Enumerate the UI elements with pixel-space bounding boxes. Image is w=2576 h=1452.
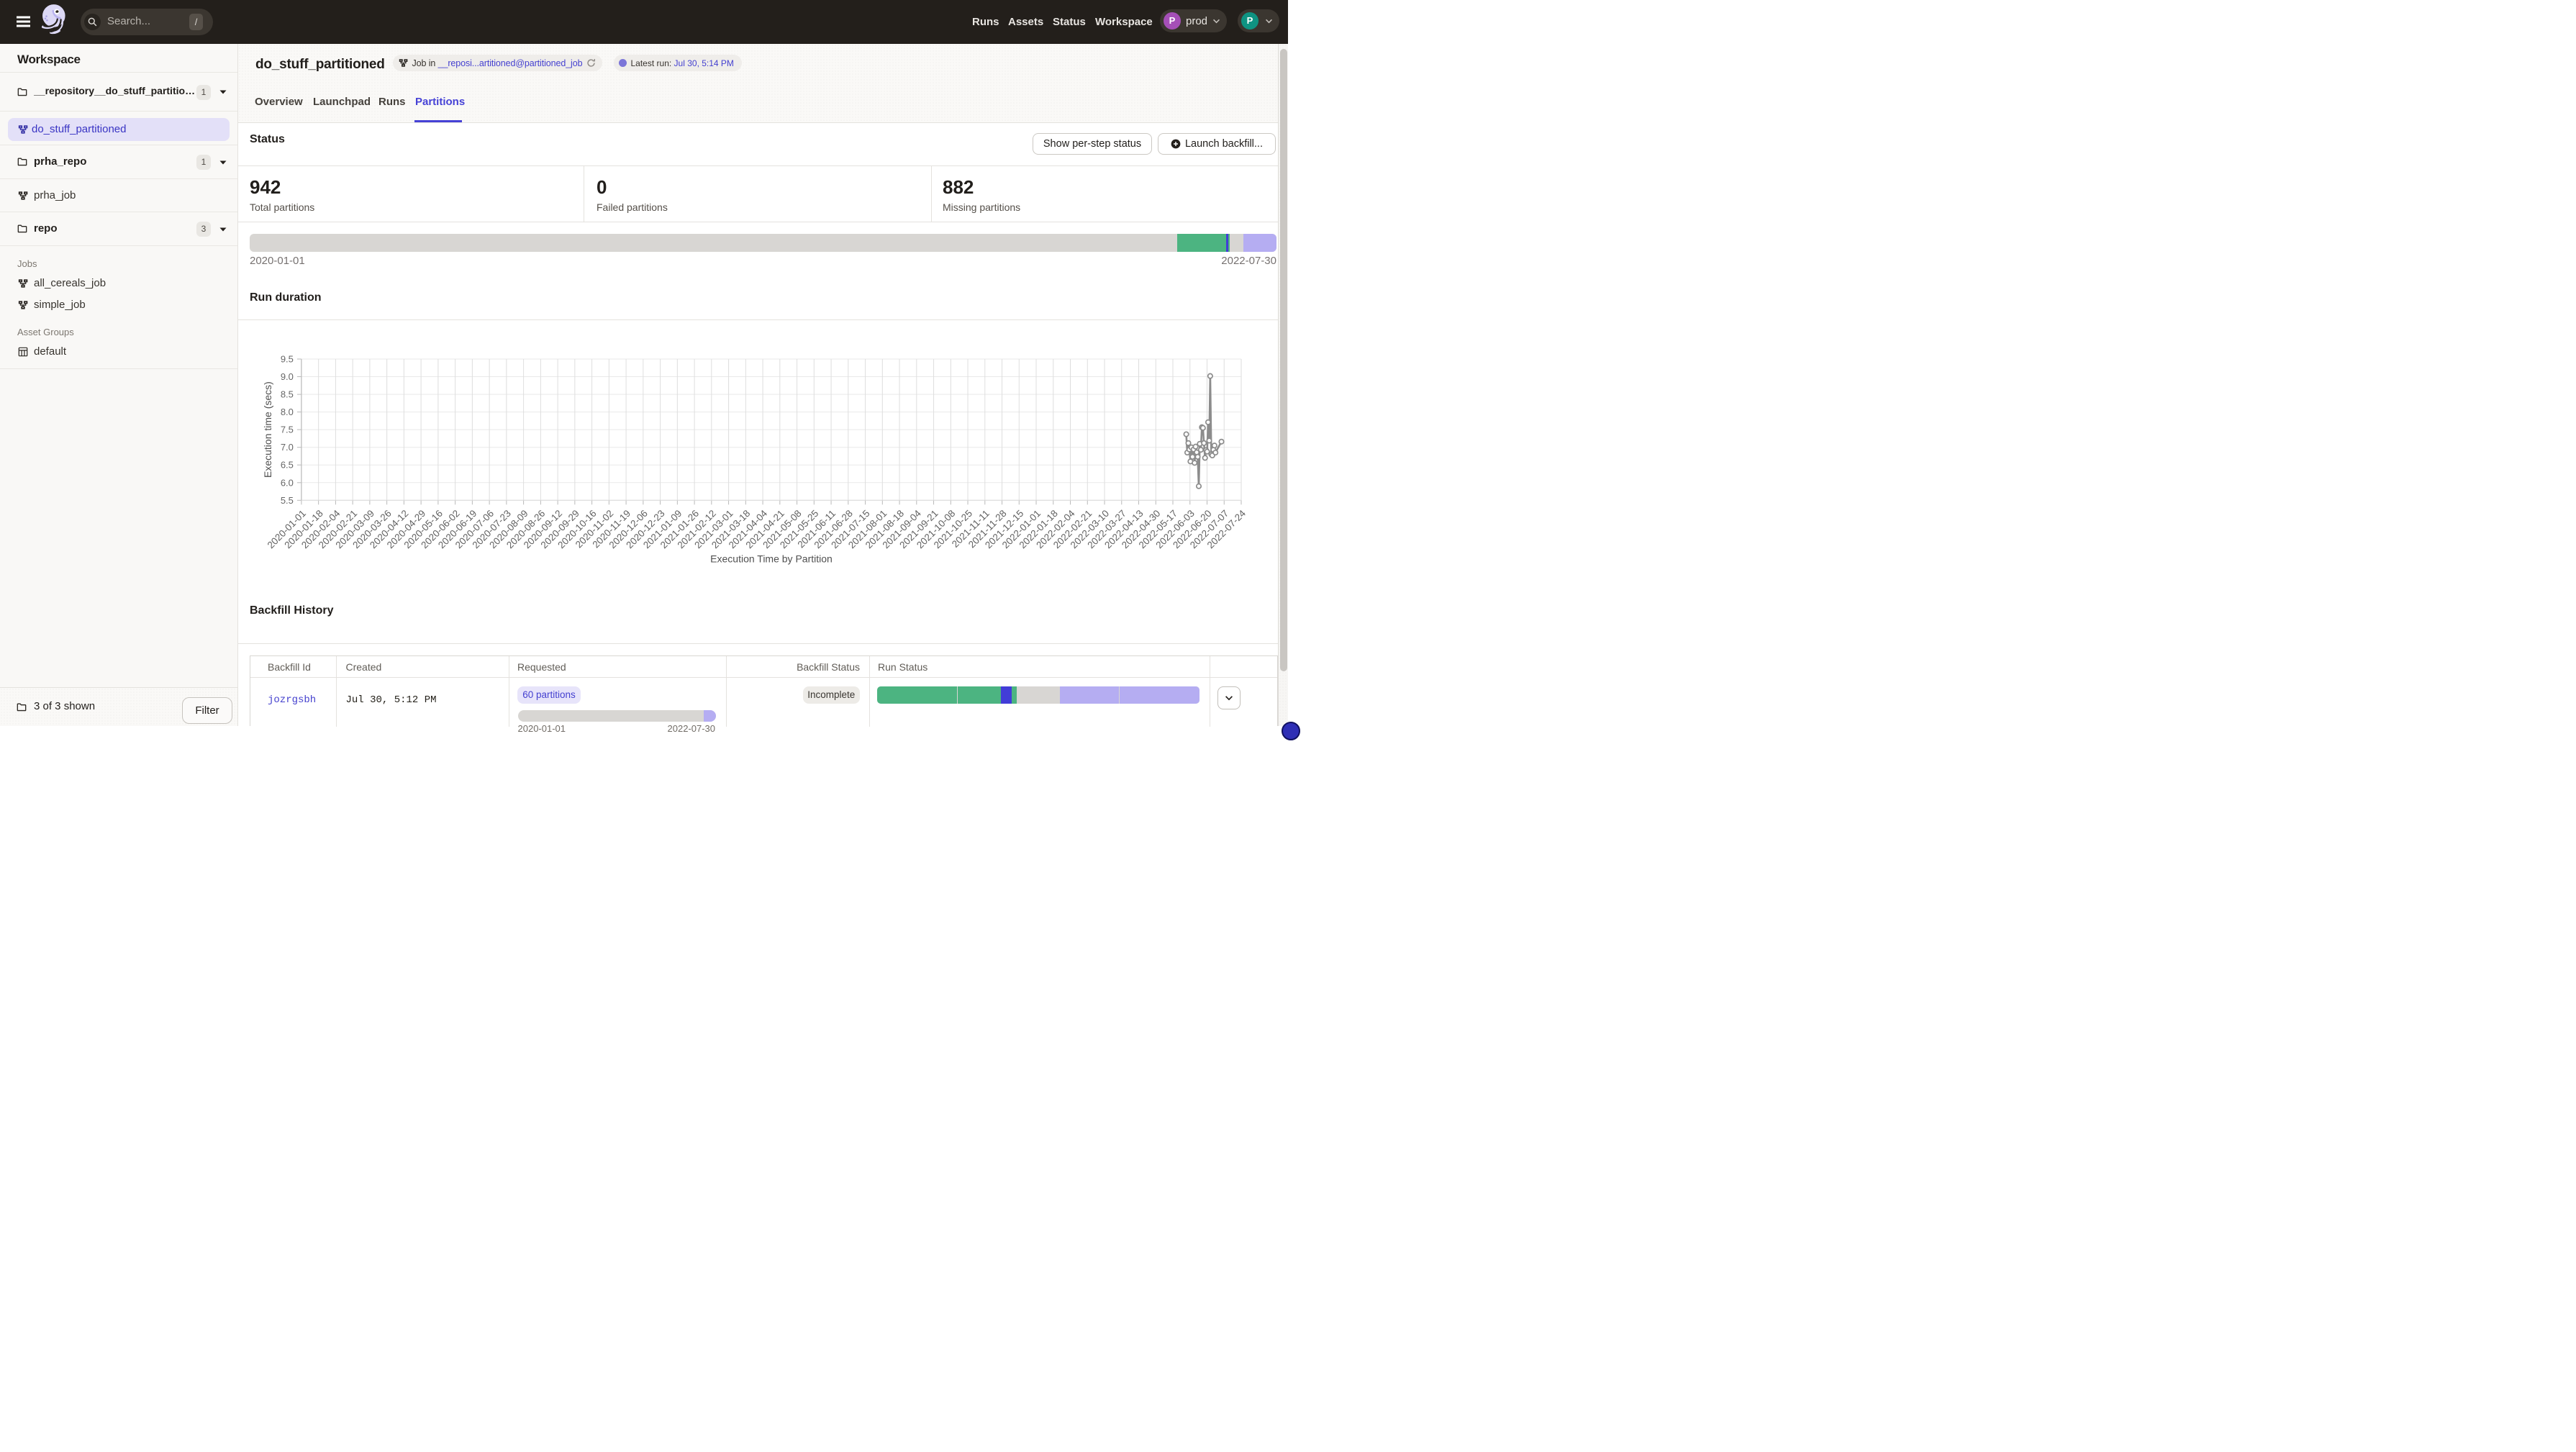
svg-text:9.0: 9.0 [281, 371, 294, 382]
svg-text:5.5: 5.5 [281, 495, 294, 506]
svg-text:9.5: 9.5 [281, 354, 294, 365]
svg-text:Execution time (secs): Execution time (secs) [262, 381, 273, 478]
svg-text:7.5: 7.5 [281, 425, 294, 435]
svg-text:8.5: 8.5 [281, 389, 294, 400]
svg-text:6.0: 6.0 [281, 477, 294, 488]
svg-text:8.0: 8.0 [281, 407, 294, 417]
svg-text:6.5: 6.5 [281, 460, 294, 471]
svg-text:7.0: 7.0 [281, 442, 294, 453]
svg-text:Execution Time by Partition: Execution Time by Partition [710, 553, 833, 564]
